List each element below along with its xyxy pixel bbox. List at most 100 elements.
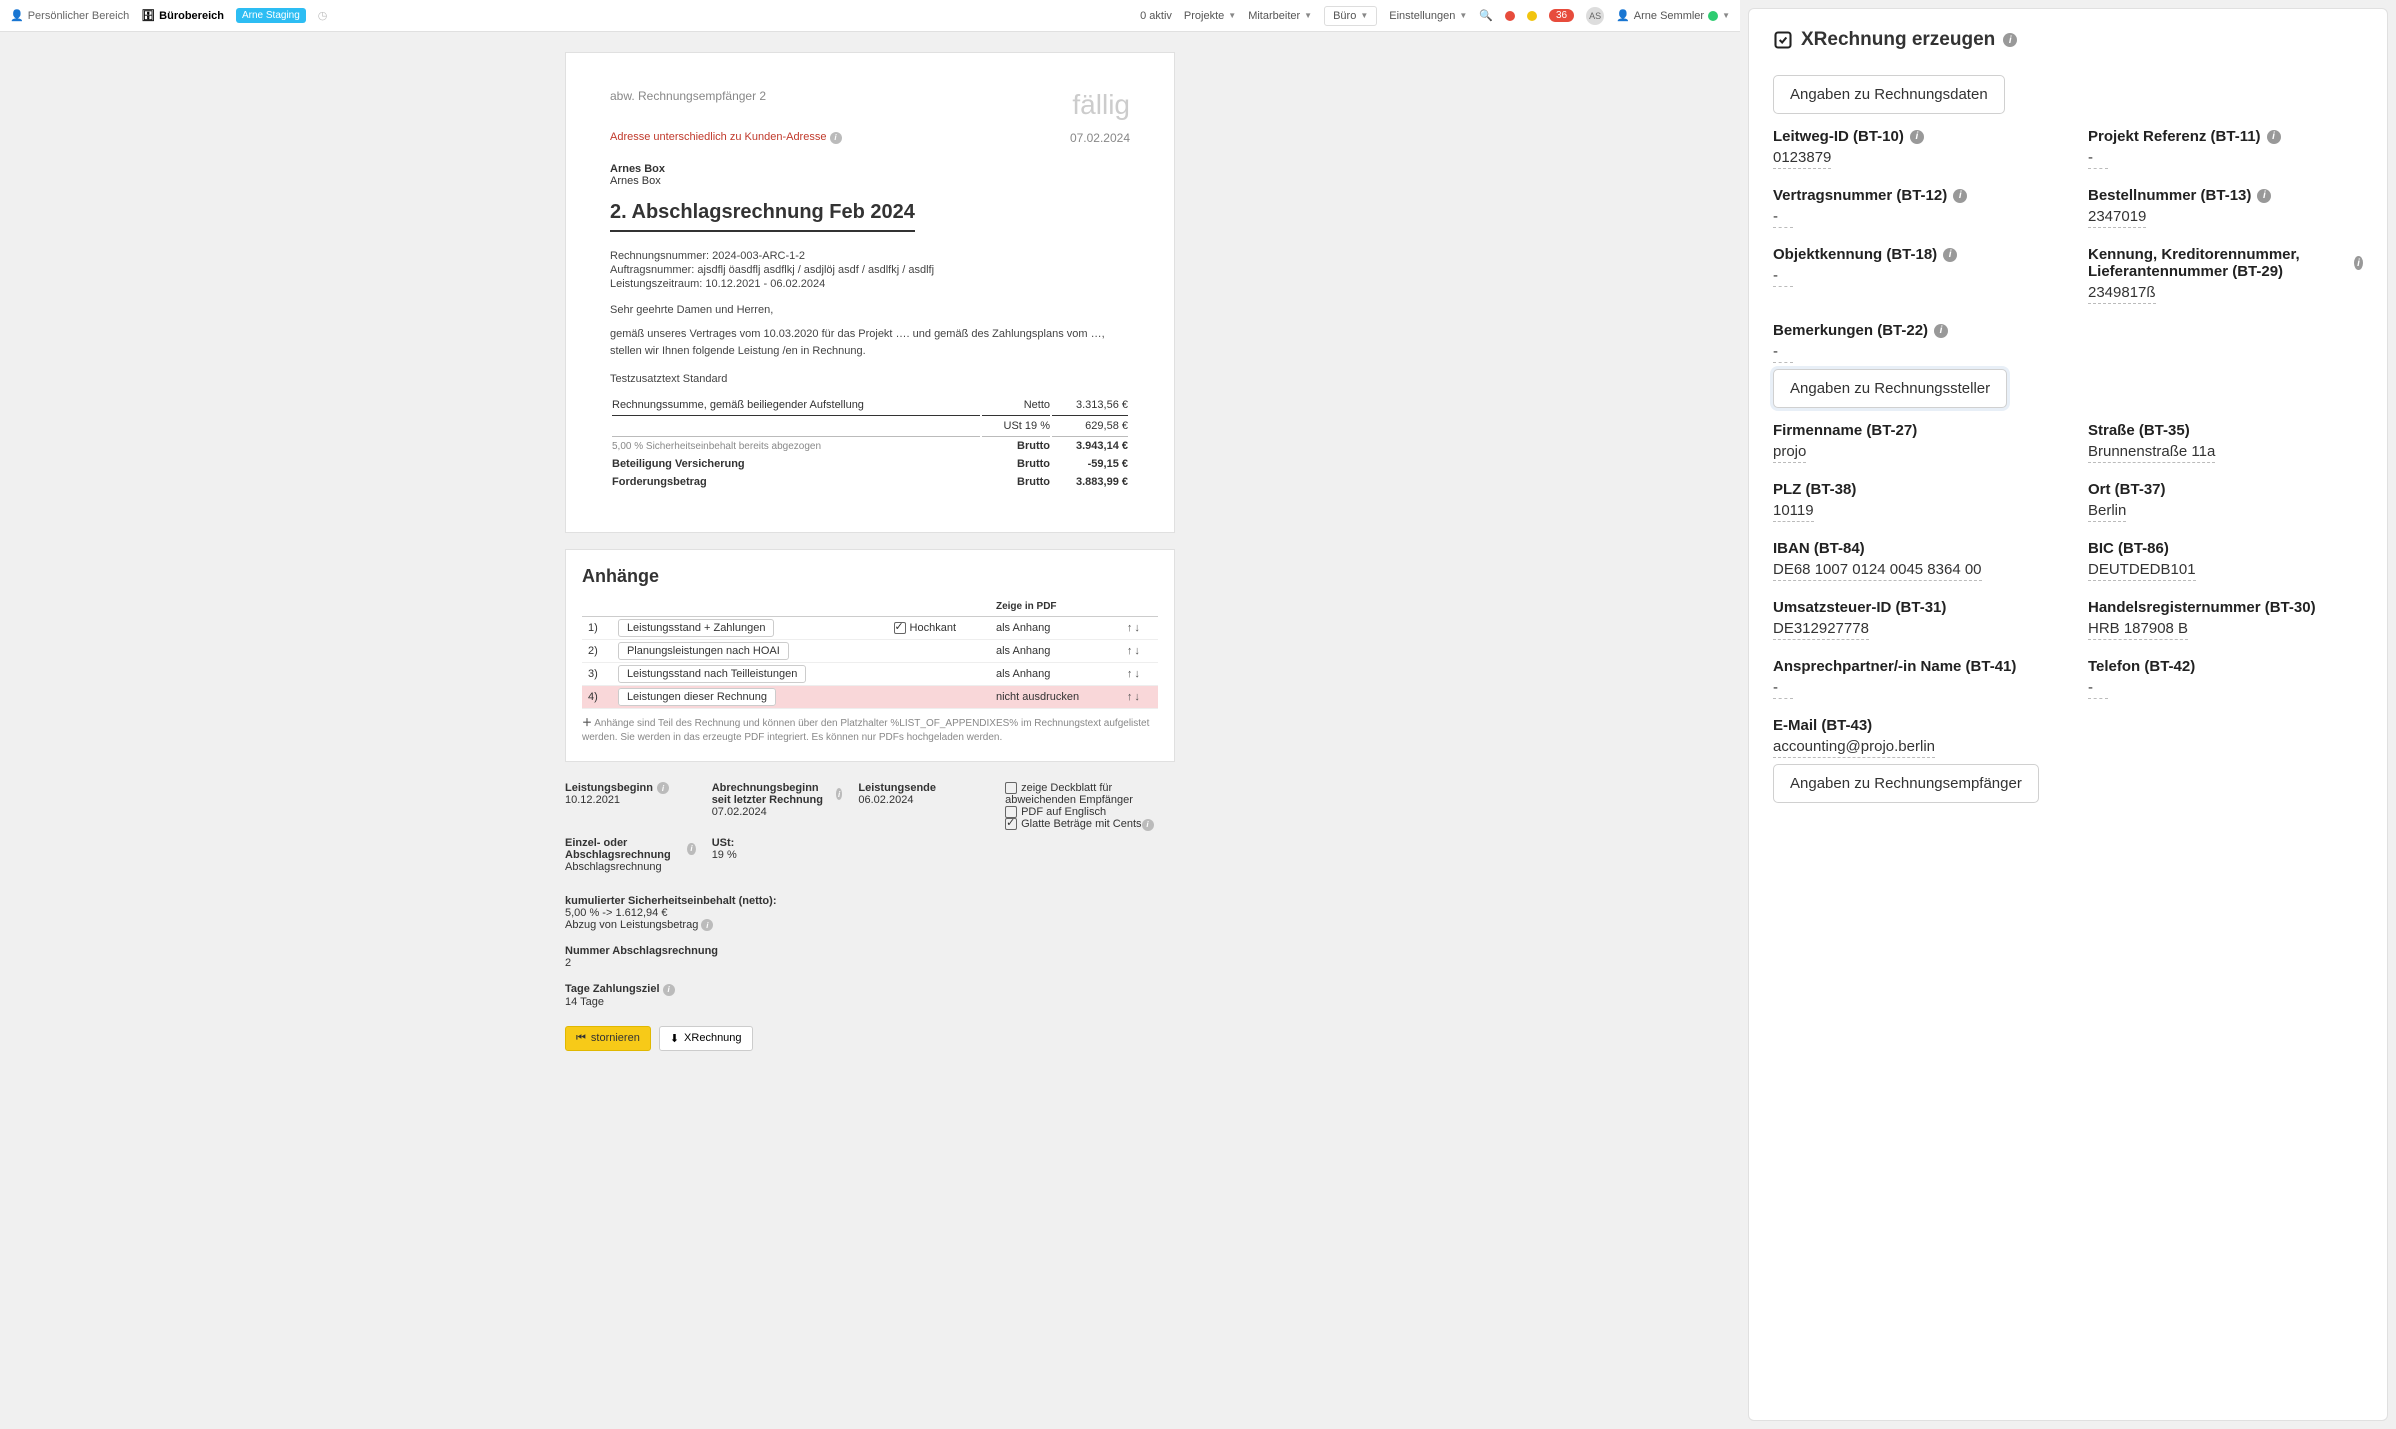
extra-text: Testzusatztext Standard	[610, 373, 1130, 385]
info-icon[interactable]: i	[830, 132, 842, 144]
attachment-name-button[interactable]: Leistungsstand nach Teilleistungen	[618, 665, 806, 683]
tab-office[interactable]: 🗄Bürobereich	[141, 9, 224, 22]
xrechnung-button[interactable]: ⬇XRechnung	[659, 1026, 753, 1051]
info-icon[interactable]: i	[663, 984, 675, 996]
strasse-value[interactable]: Brunnenstraße 11a	[2088, 443, 2215, 463]
info-icon[interactable]: i	[1943, 248, 1957, 262]
clock-icon[interactable]: ◷	[318, 9, 328, 22]
bic-value[interactable]: DEUTDEDB101	[2088, 561, 2196, 581]
attachment-mode: nicht ausdrucken	[990, 686, 1121, 709]
bic-label: BIC (BT-86)	[2088, 540, 2363, 557]
briefcase-icon: 🗄	[141, 9, 155, 22]
attachment-mode: als Anhang	[990, 663, 1121, 686]
ust-label: USt:	[712, 837, 843, 849]
attachment-name-button[interactable]: Leistungen dieser Rechnung	[618, 688, 776, 706]
chk-deckblatt[interactable]: zeige Deckblatt für abweichenden Empfäng…	[1005, 782, 1175, 806]
table-row: 1)Leistungsstand + ZahlungenHochkantals …	[582, 617, 1158, 640]
move-down-icon[interactable]: ↓	[1134, 645, 1142, 657]
kum-value: 5,00 % -> 1.612,94 €	[565, 907, 1175, 919]
notification-badge[interactable]: 36	[1549, 9, 1574, 22]
firma-value[interactable]: projo	[1773, 443, 1806, 463]
status-dot-yellow[interactable]	[1527, 11, 1537, 21]
nav-mitarbeiter[interactable]: Mitarbeiter▼	[1248, 10, 1312, 22]
strasse-label: Straße (BT-35)	[2088, 422, 2363, 439]
top-nav: 👤Persönlicher Bereich 🗄Bürobereich Arne …	[0, 0, 1740, 32]
iban-label: IBAN (BT-84)	[1773, 540, 2048, 557]
nummer-value: 2	[565, 957, 1175, 969]
projref-value[interactable]: -	[2088, 149, 2108, 169]
section-rechnungsdaten[interactable]: Angaben zu Rechnungsdaten	[1773, 75, 2005, 114]
ort-label: Ort (BT-37)	[2088, 481, 2363, 498]
info-icon[interactable]: i	[1910, 130, 1924, 144]
tel-value[interactable]: -	[2088, 679, 2108, 699]
move-down-icon[interactable]: ↓	[1134, 668, 1142, 680]
ustid-value[interactable]: DE312927778	[1773, 620, 1869, 640]
kennung-label: Kennung, Kreditorennummer, Lieferantennu…	[2088, 246, 2363, 280]
user-icon: 👤	[10, 9, 24, 22]
ansp-value[interactable]: -	[1773, 679, 1793, 699]
plz-label: PLZ (BT-38)	[1773, 481, 2048, 498]
info-icon[interactable]: i	[1934, 324, 1948, 338]
presence-dot	[1708, 11, 1718, 21]
stornieren-button[interactable]: ⏮stornieren	[565, 1026, 651, 1051]
info-icon[interactable]: i	[687, 843, 695, 855]
leistungsende-value: 06.02.2024	[858, 794, 989, 806]
nav-aktiv[interactable]: 0 aktiv	[1140, 10, 1172, 22]
zahlungsziel-label: Tage Zahlungsziel i	[565, 983, 1175, 996]
customer-name-1: Arnes Box	[610, 163, 1130, 175]
info-icon[interactable]: i	[836, 788, 843, 800]
eoa-value: Abschlagsrechnung	[565, 861, 696, 873]
info-icon[interactable]: i	[2257, 189, 2271, 203]
attachment-name-button[interactable]: Leistungsstand + Zahlungen	[618, 619, 775, 637]
leistungsbeginn-label: Leistungsbeginni	[565, 782, 696, 794]
chk-pdf-en[interactable]: PDF auf Englisch	[1005, 806, 1175, 818]
attachment-mode: als Anhang	[990, 617, 1121, 640]
row-index: 3)	[582, 663, 612, 686]
chk-hochkant[interactable]: Hochkant	[894, 622, 956, 634]
user-menu[interactable]: 👤Arne Semmler ▼	[1616, 9, 1730, 22]
nav-buero[interactable]: Büro▼	[1324, 6, 1377, 26]
ansp-label: Ansprechpartner/-in Name (BT-41)	[1773, 658, 2048, 675]
nav-einstellungen[interactable]: Einstellungen▼	[1389, 10, 1467, 22]
status-dot-red[interactable]	[1505, 11, 1515, 21]
ort-value[interactable]: Berlin	[2088, 502, 2126, 522]
bestell-value[interactable]: 2347019	[2088, 208, 2146, 228]
avatar[interactable]: AS	[1586, 7, 1604, 25]
info-icon[interactable]: i	[1142, 819, 1154, 831]
section-rechnungsempfaenger[interactable]: Angaben zu Rechnungsempfänger	[1773, 764, 2039, 803]
info-icon[interactable]: i	[1953, 189, 1967, 203]
invoice-date: 07.02.2024	[1070, 131, 1130, 145]
info-icon[interactable]: i	[2003, 33, 2017, 47]
order-number: Auftragsnummer: ajsdflj öasdflj asdflkj …	[610, 264, 1130, 276]
rewind-icon: ⏮	[576, 1032, 586, 1045]
nav-projekte[interactable]: Projekte▼	[1184, 10, 1236, 22]
leitweg-value[interactable]: 0123879	[1773, 149, 1831, 169]
info-icon[interactable]: i	[2354, 256, 2363, 270]
abw-recipient: abw. Rechnungsempfänger 2	[610, 89, 766, 103]
plz-value[interactable]: 10119	[1773, 502, 1814, 522]
search-icon[interactable]: 🔍	[1479, 9, 1493, 22]
projref-label: Projekt Referenz (BT-11)i	[2088, 128, 2363, 145]
tab-personal[interactable]: 👤Persönlicher Bereich	[10, 9, 129, 22]
objekt-value[interactable]: -	[1773, 267, 1793, 287]
hrn-value[interactable]: HRB 187908 B	[2088, 620, 2188, 640]
chk-glatte[interactable]: Glatte Beträge mit Centsi	[1005, 818, 1175, 831]
iban-value[interactable]: DE68 1007 0124 0045 8364 00	[1773, 561, 1982, 581]
section-rechnungssteller[interactable]: Angaben zu Rechnungssteller	[1773, 369, 2007, 408]
vertrag-value[interactable]: -	[1773, 208, 1793, 228]
attachment-name-button[interactable]: Planungsleistungen nach HOAI	[618, 642, 789, 660]
address-warning[interactable]: Adresse unterschiedlich zu Kunden-Adress…	[610, 131, 842, 144]
kennung-value[interactable]: 2349817ß	[2088, 284, 2156, 304]
invoice-metadata: Leistungsbeginni 10.12.2021 Abrechnungsb…	[565, 782, 1175, 881]
bemerk-value[interactable]: -	[1773, 343, 1793, 363]
service-period: Leistungszeitraum: 10.12.2021 - 06.02.20…	[610, 278, 1130, 290]
move-down-icon[interactable]: ↓	[1134, 691, 1142, 703]
info-icon[interactable]: i	[701, 919, 713, 931]
row-index: 4)	[582, 686, 612, 709]
plus-icon[interactable]: ＋	[582, 718, 592, 729]
info-icon[interactable]: i	[657, 782, 669, 794]
move-down-icon[interactable]: ↓	[1134, 622, 1142, 634]
objekt-label: Objektkennung (BT-18)i	[1773, 246, 2048, 263]
info-icon[interactable]: i	[2267, 130, 2281, 144]
email-value[interactable]: accounting@projo.berlin	[1773, 738, 1935, 758]
